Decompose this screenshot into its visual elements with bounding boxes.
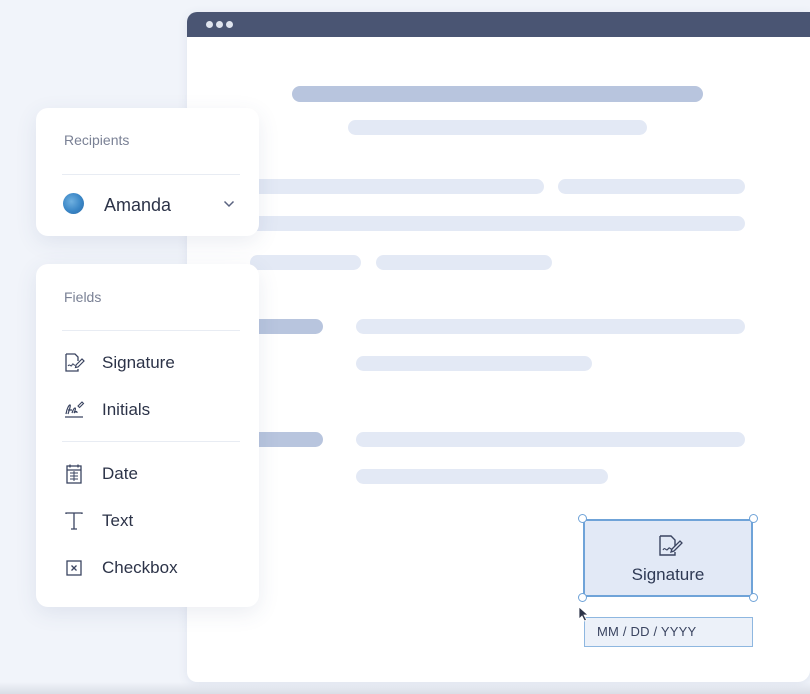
- signature-icon: [659, 535, 683, 556]
- doc-text-line: [356, 469, 608, 484]
- field-item-initials[interactable]: Initials: [60, 395, 240, 425]
- resize-handle-top-left[interactable]: [578, 514, 587, 523]
- doc-label-line: [250, 432, 323, 447]
- fields-panel: Fields Signature Initials Date Text Chec…: [36, 264, 259, 607]
- doc-subtitle-line: [348, 120, 647, 135]
- doc-text-line: [250, 255, 361, 270]
- bottom-edge: [0, 682, 810, 694]
- doc-text-line: [250, 216, 745, 231]
- chevron-down-icon[interactable]: [223, 200, 235, 208]
- doc-title-line: [292, 86, 703, 102]
- text-icon: [65, 512, 83, 530]
- divider: [62, 174, 240, 175]
- field-item-label: Checkbox: [102, 558, 178, 577]
- placed-signature-field[interactable]: Signature: [583, 519, 753, 597]
- recipients-heading: Recipients: [64, 132, 130, 148]
- field-item-date[interactable]: Date: [60, 459, 240, 489]
- fields-heading: Fields: [64, 289, 102, 305]
- doc-label-line: [250, 319, 323, 334]
- doc-text-line: [558, 179, 745, 194]
- divider: [62, 330, 240, 331]
- initials-icon: [65, 401, 85, 418]
- doc-text-line: [356, 432, 745, 447]
- calendar-icon: [66, 464, 82, 484]
- field-item-checkbox[interactable]: Checkbox: [60, 553, 240, 583]
- avatar: [63, 193, 84, 214]
- recipient-name: Amanda: [104, 195, 172, 215]
- doc-text-line: [356, 356, 592, 371]
- recipients-panel: Recipients Amanda: [36, 108, 259, 236]
- field-item-label: Date: [102, 464, 138, 483]
- field-item-text[interactable]: Text: [60, 506, 240, 536]
- placed-signature-label: Signature: [631, 565, 705, 584]
- field-item-label: Signature: [102, 353, 175, 372]
- field-item-label: Initials: [102, 400, 151, 419]
- checkbox-icon: [66, 560, 82, 576]
- resize-handle-bottom-left[interactable]: [578, 593, 587, 602]
- mouse-pointer-icon: [578, 606, 590, 622]
- window-titlebar: [187, 12, 810, 37]
- window-dot-icon[interactable]: [216, 21, 223, 28]
- doc-text-line: [250, 179, 544, 194]
- signature-icon: [65, 353, 85, 372]
- field-item-signature[interactable]: Signature: [60, 348, 240, 378]
- divider: [62, 441, 240, 442]
- window-dot-icon[interactable]: [226, 21, 233, 28]
- resize-handle-bottom-right[interactable]: [749, 593, 758, 602]
- window-dot-icon[interactable]: [206, 21, 213, 28]
- doc-text-line: [376, 255, 552, 270]
- placed-date-field[interactable]: MM / DD / YYYY: [584, 617, 753, 647]
- field-item-label: Text: [102, 511, 134, 530]
- doc-text-line: [356, 319, 745, 334]
- resize-handle-top-right[interactable]: [749, 514, 758, 523]
